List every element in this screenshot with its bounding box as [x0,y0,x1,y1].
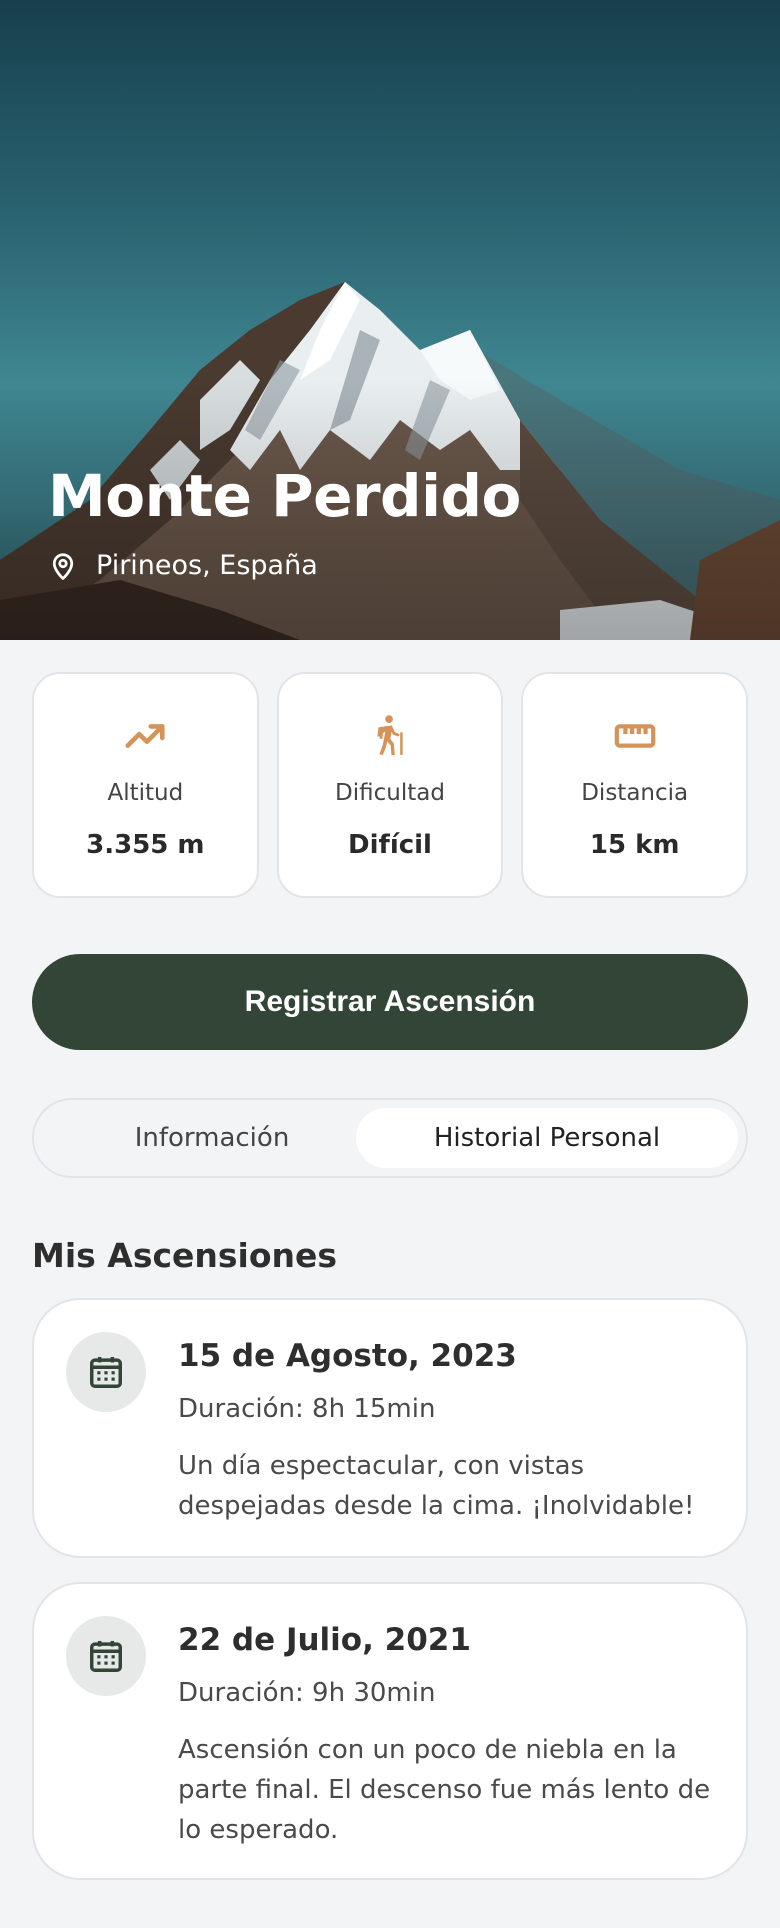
calendar-icon-badge [66,1616,146,1696]
calendar-icon [90,1640,122,1672]
map-pin-icon [52,552,74,580]
hiking-icon [377,715,403,756]
ruler-icon [614,724,655,748]
ascent-card[interactable]: 15 de Agosto, 2023 Duración: 8h 15min Un… [32,1298,748,1558]
calendar-icon-badge [66,1332,146,1412]
stat-value: 15 km [589,830,680,860]
ascent-duration: Duración: 8h 15min [178,1394,436,1424]
ascent-note: Ascensión con un poco de niebla en la pa… [178,1735,711,1845]
section-title: Mis Ascensiones [32,1236,338,1275]
page-title: Monte Perdido [48,462,521,530]
stat-difficulty: Dificultad Difícil [276,672,504,898]
stat-value: 3.355 m [86,830,205,860]
stat-label: Altitud [107,780,184,806]
stat-altitude: Altitud 3.355 m [32,672,259,898]
location-text: Pirineos, España [96,550,318,581]
ascent-date: 22 de Julio, 2021 [178,1622,471,1658]
ascent-note: Un día espectacular, con vistas despejad… [178,1451,695,1521]
stats-row: Altitud 3.355 m Dificultad Difícil Dista… [32,672,749,898]
register-ascent-button[interactable]: Registrar Ascensión [32,954,748,1050]
ascent-card[interactable]: 22 de Julio, 2021 Duración: 9h 30min Asc… [32,1582,748,1880]
calendar-icon [90,1356,122,1388]
tab-information[interactable]: Información [42,1108,382,1168]
stat-distance: Distancia 15 km [521,672,749,898]
stat-value: Difícil [348,830,432,860]
ascent-date: 15 de Agosto, 2023 [178,1338,517,1374]
stat-label: Dificultad [335,780,445,806]
tab-personal-history[interactable]: Historial Personal [356,1108,738,1168]
stat-label: Distancia [581,780,689,806]
hero-image: Monte Perdido Pirineos, España [0,0,780,640]
location: Pirineos, España [48,550,318,581]
ascent-duration: Duración: 9h 30min [178,1678,436,1708]
tab-bar: Información Historial Personal [32,1098,748,1178]
trending-up-icon [125,724,165,748]
